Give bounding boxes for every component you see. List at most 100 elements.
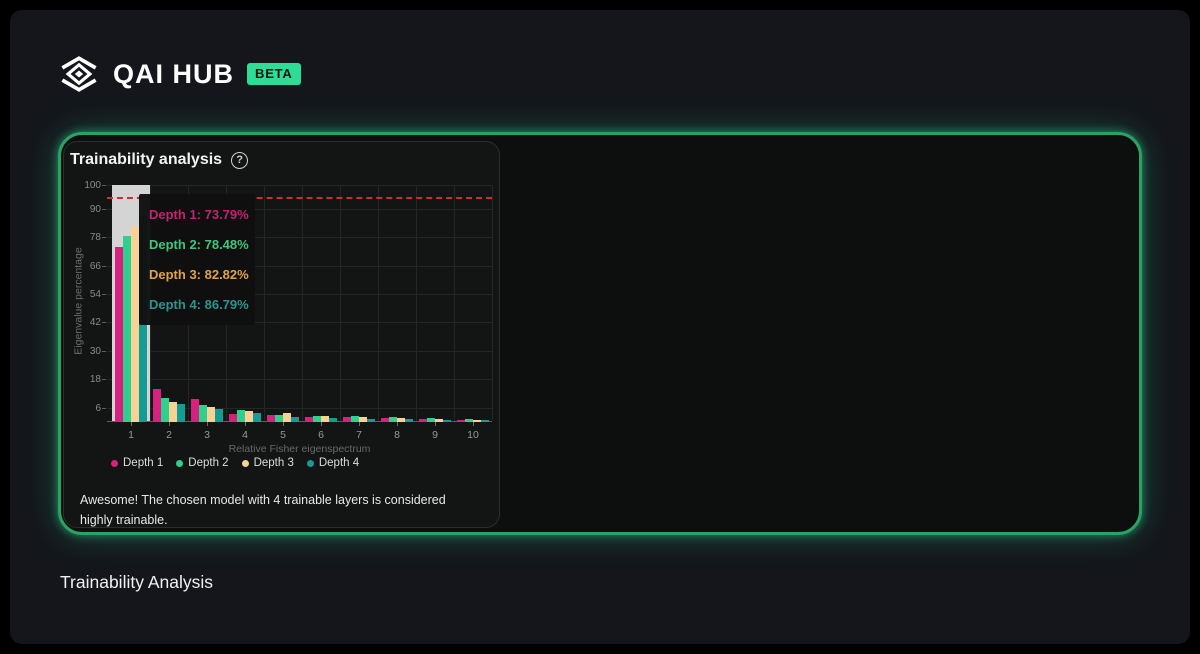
y-tick-label: 42	[64, 317, 101, 328]
help-icon[interactable]: ?	[231, 152, 248, 169]
y-tick-label: 90	[64, 204, 101, 215]
legend-dot-icon	[176, 460, 183, 467]
x-axis-title: Relative Fisher eigenspectrum	[107, 443, 492, 455]
y-gridline	[107, 379, 492, 380]
bar-depth1-cat1[interactable]	[115, 247, 123, 422]
y-tick-label: 66	[64, 261, 101, 272]
x-gridline	[454, 185, 455, 421]
bar-depth1-cat10[interactable]	[457, 420, 465, 422]
qai-hub-logo-icon[interactable]	[58, 54, 100, 94]
bar-depth2-cat7[interactable]	[351, 416, 359, 422]
legend-item-depth4[interactable]: Depth 4	[307, 457, 359, 469]
x-tick-label: 9	[423, 429, 447, 441]
chart-tooltip: Depth 1: 73.79%Depth 2: 78.48%Depth 3: 8…	[139, 194, 255, 325]
y-tick-mark	[102, 322, 106, 323]
bar-depth2-cat2[interactable]	[161, 398, 169, 422]
bar-depth3-cat10[interactable]	[473, 420, 481, 422]
x-tick-mark	[283, 422, 284, 426]
bar-depth3-cat5[interactable]	[283, 413, 291, 422]
bar-depth1-cat5[interactable]	[267, 415, 275, 422]
bar-depth3-cat4[interactable]	[245, 411, 253, 422]
x-gridline	[302, 185, 303, 421]
x-gridline	[264, 185, 265, 421]
bar-depth3-cat6[interactable]	[321, 416, 329, 422]
y-gridline	[107, 185, 492, 186]
x-tick-label: 2	[157, 429, 181, 441]
legend-dot-icon	[111, 460, 118, 467]
bar-depth2-cat4[interactable]	[237, 410, 245, 422]
beta-badge: BETA	[247, 63, 301, 85]
bar-depth4-cat7[interactable]	[367, 419, 375, 422]
tooltip-row: Depth 3: 82.82%	[149, 267, 245, 282]
bar-depth1-cat7[interactable]	[343, 417, 351, 422]
tooltip-row: Depth 1: 73.79%	[149, 207, 245, 222]
x-tick-label: 1	[119, 429, 143, 441]
trainability-chart-card: Trainability analysis ? Eigenvalue perce…	[63, 141, 500, 528]
card-title: Trainability analysis	[70, 151, 222, 169]
trainability-panel: Trainability analysis ? Eigenvalue perce…	[58, 132, 1142, 535]
x-tick-label: 6	[309, 429, 333, 441]
bar-depth2-cat6[interactable]	[313, 416, 321, 422]
y-tick-mark	[102, 351, 106, 352]
legend-item-label: Depth 3	[254, 457, 294, 469]
x-gridline	[378, 185, 379, 421]
bar-depth1-cat2[interactable]	[153, 389, 161, 422]
app-surface: QAI HUB BETA Trainability analysis ? Eig…	[10, 10, 1190, 644]
y-tick-label: 100	[64, 180, 101, 191]
y-tick-mark	[102, 185, 106, 186]
bar-depth3-cat9[interactable]	[435, 419, 443, 422]
bar-depth2-cat9[interactable]	[427, 418, 435, 422]
y-tick-mark	[102, 237, 106, 238]
x-tick-mark	[169, 422, 170, 426]
bar-depth3-cat1[interactable]	[131, 226, 139, 422]
legend-item-depth3[interactable]: Depth 3	[242, 457, 294, 469]
x-tick-mark	[359, 422, 360, 426]
x-tick-mark	[245, 422, 246, 426]
legend-item-depth1[interactable]: Depth 1	[111, 457, 163, 469]
bar-depth3-cat3[interactable]	[207, 407, 215, 422]
legend-item-depth2[interactable]: Depth 2	[176, 457, 228, 469]
y-gridline	[107, 351, 492, 352]
bar-depth2-cat1[interactable]	[123, 236, 131, 422]
bar-depth4-cat6[interactable]	[329, 418, 337, 422]
bar-depth4-cat4[interactable]	[253, 413, 261, 422]
x-tick-mark	[321, 422, 322, 426]
bar-depth2-cat3[interactable]	[199, 405, 207, 422]
legend-item-label: Depth 2	[188, 457, 228, 469]
x-gridline	[492, 185, 493, 421]
bar-depth1-cat9[interactable]	[419, 419, 427, 422]
bar-depth4-cat2[interactable]	[177, 404, 185, 422]
bar-depth4-cat5[interactable]	[291, 417, 299, 422]
x-tick-label: 10	[461, 429, 485, 441]
bar-depth1-cat6[interactable]	[305, 417, 313, 422]
bar-depth4-cat8[interactable]	[405, 419, 413, 422]
x-tick-label: 5	[271, 429, 295, 441]
legend-dot-icon	[307, 460, 314, 467]
bar-depth3-cat7[interactable]	[359, 417, 367, 422]
legend-item-label: Depth 1	[123, 457, 163, 469]
x-tick-label: 8	[385, 429, 409, 441]
bar-depth1-cat4[interactable]	[229, 414, 237, 422]
page-section-heading: Trainability Analysis	[60, 572, 213, 593]
bar-depth2-cat8[interactable]	[389, 417, 397, 422]
bar-depth3-cat8[interactable]	[397, 418, 405, 422]
x-tick-label: 3	[195, 429, 219, 441]
bar-depth2-cat10[interactable]	[465, 419, 473, 422]
y-tick-label: 54	[64, 289, 101, 300]
bar-depth2-cat5[interactable]	[275, 415, 283, 422]
x-tick-mark	[397, 422, 398, 426]
y-tick-mark	[102, 209, 106, 210]
chart-legend: Depth 1 Depth 2 Depth 3 Depth 4	[111, 457, 359, 469]
legend-dot-icon	[242, 460, 249, 467]
bar-depth1-cat3[interactable]	[191, 399, 199, 422]
bar-depth1-cat8[interactable]	[381, 418, 389, 422]
bar-depth3-cat2[interactable]	[169, 402, 177, 422]
y-tick-label: 30	[64, 346, 101, 357]
y-tick-label: 18	[64, 374, 101, 385]
x-gridline	[416, 185, 417, 421]
y-tick-label: 6	[64, 403, 101, 414]
bar-depth4-cat9[interactable]	[443, 420, 451, 422]
bar-depth4-cat10[interactable]	[481, 420, 489, 422]
bar-depth4-cat3[interactable]	[215, 409, 223, 422]
x-tick-label: 4	[233, 429, 257, 441]
